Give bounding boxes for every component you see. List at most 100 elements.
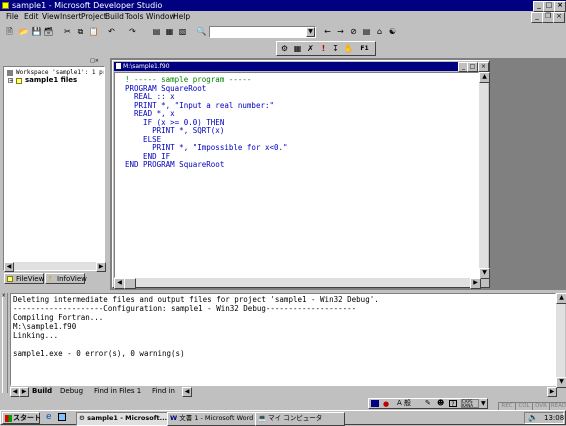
title-bar: sample1 - Microsoft Developer Studio _ □… — [0, 0, 566, 12]
menu-window[interactable]: Window — [146, 12, 176, 22]
editor-titlebar: M:\sample1.f90 _ □ × — [114, 62, 489, 72]
panel-close-icon[interactable]: □× — [90, 58, 104, 64]
scroll-thumb[interactable] — [124, 278, 136, 289]
copy-icon[interactable]: ⧉ — [75, 26, 86, 37]
new-file-icon[interactable]: 🗎 — [4, 26, 15, 37]
doc-close-button[interactable]: × — [553, 12, 565, 23]
workspace-panel-header: □× — [2, 58, 106, 65]
stop-build-icon[interactable]: ✗ — [305, 43, 316, 54]
ime-red-icon[interactable]: ● — [383, 400, 389, 408]
tab-debug[interactable]: Debug — [60, 386, 83, 396]
home-icon[interactable]: ⌂ — [374, 26, 385, 37]
code-area[interactable]: ! ----- sample program ----- PROGRAM Squa… — [114, 72, 479, 278]
tab-fileview[interactable]: FileView — [4, 273, 44, 284]
menu-view[interactable]: View — [42, 12, 60, 22]
open-file-icon[interactable]: 📂 — [18, 26, 29, 37]
stop-icon[interactable]: ⊘ — [348, 26, 359, 37]
task-word[interactable]: W 文書 1 - Microsoft Word — [167, 412, 257, 426]
undo-icon[interactable]: ↶ — [106, 26, 117, 37]
ime-menu-icon[interactable]: ▼ — [481, 400, 486, 407]
task-mycomputer[interactable]: 💻 マイ コンピュータ — [255, 412, 345, 426]
system-tray: 🔊 13:08 — [524, 412, 564, 424]
search-icon[interactable]: ☯ — [387, 26, 398, 37]
output-text-area[interactable]: Deleting intermediate files and output f… — [10, 293, 556, 386]
find-combo[interactable] — [209, 26, 316, 38]
menu-tools[interactable]: Tools — [125, 12, 143, 22]
build-icon[interactable]: ▦ — [292, 43, 303, 54]
compile-icon[interactable]: ⚙ — [279, 43, 290, 54]
quicklaunch-desktop-icon[interactable] — [58, 413, 66, 421]
menu-insert[interactable]: Insert — [60, 12, 82, 22]
scroll-up-icon[interactable]: ▲ — [479, 72, 490, 83]
task-devstudio-label: sample1 - Microsoft... — [87, 414, 168, 422]
paste-icon[interactable]: 📋 — [88, 26, 99, 37]
ime-pad-icon[interactable]: ☻ — [437, 399, 444, 408]
scroll-right-icon[interactable]: ▶ — [470, 278, 481, 289]
save-icon[interactable]: 💾 — [31, 26, 42, 37]
output-icon[interactable]: ▦ — [164, 26, 175, 37]
scroll-up-icon[interactable]: ▲ — [556, 293, 566, 304]
menu-edit[interactable]: Edit — [24, 12, 39, 22]
fileview-icon — [7, 276, 13, 282]
tab-find-in-files-1[interactable]: Find in Files 1 — [94, 386, 141, 396]
tab-build[interactable]: Build — [32, 386, 52, 396]
tab-find-in-files-2[interactable]: Find in — [152, 386, 175, 396]
workspace-icon[interactable]: ▤ — [151, 26, 162, 37]
tab-hscroll-left-icon[interactable]: ◀ — [182, 387, 192, 397]
redo-icon[interactable]: ↷ — [127, 26, 138, 37]
clock[interactable]: 13:08 — [544, 413, 564, 423]
task-devstudio[interactable]: ⚙ sample1 - Microsoft... — [76, 412, 169, 426]
output-close-icon[interactable]: × — [1, 293, 6, 299]
start-label: スタート — [13, 414, 41, 422]
output-vscroll[interactable]: ▲ ▼ — [556, 293, 566, 388]
editor-vscroll[interactable]: ▲ ▼ — [479, 72, 490, 279]
menu-project[interactable]: Project — [81, 12, 107, 22]
status-bar: ● A 般 ✎ ☻ ? CAPS KANA ▼ REC COL OVR READ — [0, 397, 566, 412]
output-line: --------------------Configuration: sampl… — [13, 304, 357, 313]
cut-icon[interactable]: ✂ — [62, 26, 73, 37]
ime-tool-icon[interactable]: ✎ — [425, 399, 431, 408]
ime-icon[interactable] — [371, 400, 379, 407]
window-list-icon[interactable]: ▧ — [177, 26, 188, 37]
menu-build[interactable]: Build — [105, 12, 124, 22]
project-item[interactable]: sample1 files — [25, 76, 77, 85]
output-line: Compiling Fortran... — [13, 313, 104, 322]
menu-file[interactable]: File — [6, 12, 19, 22]
editor-close-button[interactable]: × — [478, 62, 489, 72]
editor-hscroll[interactable]: ◀ ▶ — [114, 278, 481, 289]
output-gripper[interactable] — [2, 293, 8, 393]
infoview-icon: ? — [48, 275, 52, 283]
ime-caps-icon[interactable]: CAPS KANA — [461, 399, 479, 408]
forward-icon[interactable]: → — [335, 26, 346, 37]
expand-icon[interactable]: + — [8, 78, 13, 84]
build-toolbar: ⚙ ▦ ✗ ! ↧ ✋ F1 — [276, 41, 376, 56]
breakpoint-icon[interactable]: ✋ — [343, 43, 354, 54]
scroll-left-icon[interactable]: ◀ — [4, 262, 14, 272]
start-button[interactable]: スタート — [2, 412, 41, 424]
refresh-icon[interactable]: ▤ — [361, 26, 372, 37]
find-in-files-icon[interactable]: 🔍 — [196, 26, 207, 37]
scroll-down-icon[interactable]: ▼ — [556, 377, 566, 388]
go-icon[interactable]: ↧ — [330, 43, 341, 54]
tab-hscroll-right-icon[interactable]: ▶ — [547, 387, 557, 397]
quicklaunch-ie-icon[interactable]: e — [46, 412, 52, 423]
task-mycomputer-label: マイ コンピュータ — [268, 414, 323, 422]
save-all-icon[interactable]: 🗃 — [43, 26, 54, 37]
workspace-hscroll[interactable]: ◀ ▶ — [4, 262, 106, 272]
scroll-right-icon[interactable]: ▶ — [96, 262, 106, 272]
find-combo-dropdown[interactable]: ▼ — [306, 27, 315, 37]
back-icon[interactable]: ← — [322, 26, 333, 37]
tab-infoview[interactable]: ? InfoView — [45, 273, 87, 284]
ime-mode[interactable]: A 般 — [397, 399, 411, 408]
tab-scroll-right-icon[interactable]: ▶ — [19, 387, 29, 397]
help-topic-icon[interactable]: F1 — [359, 43, 370, 54]
task-mycomputer-icon: 💻 — [258, 414, 267, 422]
code-line: END PROGRAM SquareRoot — [125, 160, 225, 169]
volume-icon[interactable]: 🔊 — [528, 413, 538, 423]
ime-help-icon[interactable]: ? — [449, 400, 457, 408]
editor-maximize-button[interactable]: □ — [467, 62, 478, 72]
workspace-icon-small — [7, 70, 13, 76]
project-icon — [16, 78, 22, 84]
menu-help[interactable]: Help — [173, 12, 190, 22]
execute-icon[interactable]: ! — [318, 43, 329, 54]
